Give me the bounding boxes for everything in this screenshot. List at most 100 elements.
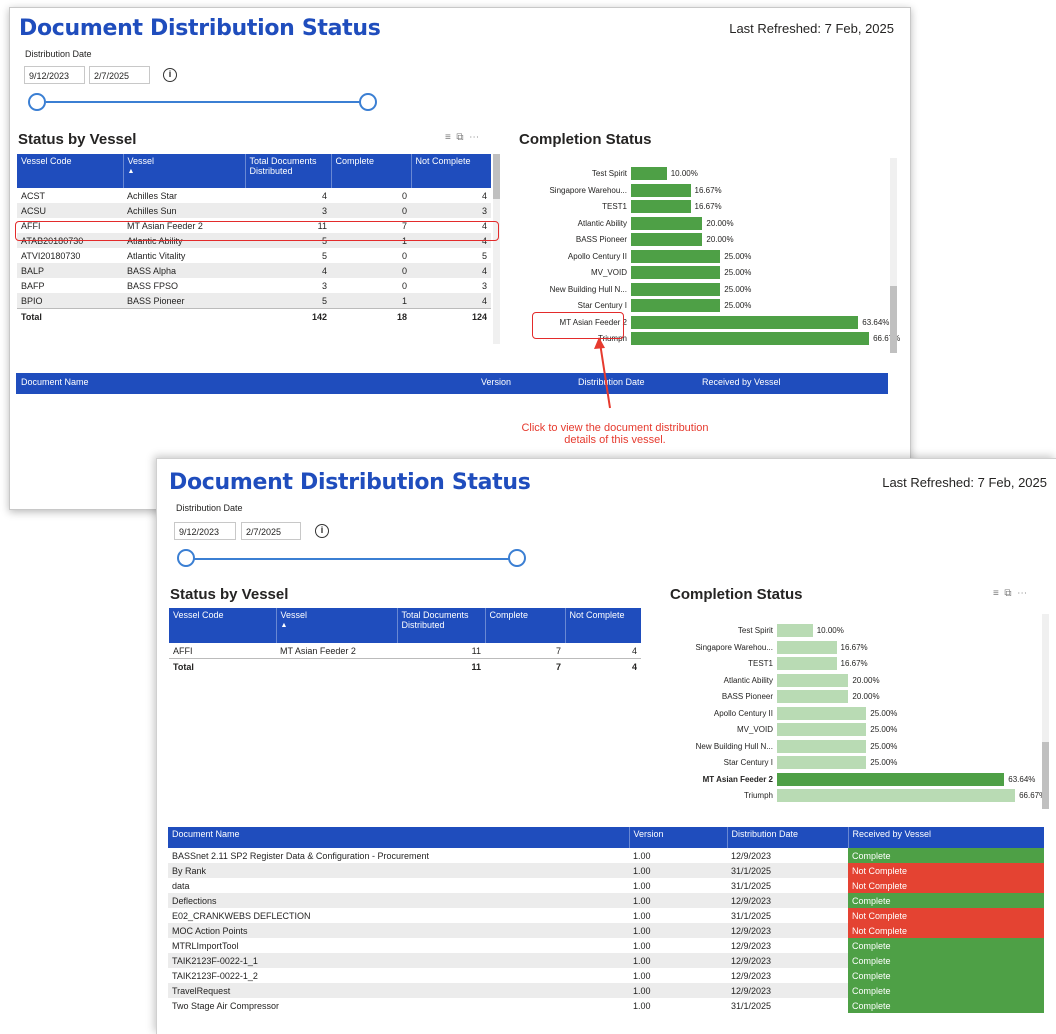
version-cell: 1.00	[629, 953, 727, 968]
document-name-cell: TravelRequest	[168, 983, 629, 998]
document-row[interactable]: TAIK2123F-0022-1_1 1.00 12/9/2023 Complete	[168, 953, 1044, 968]
version-cell: 1.00	[633, 910, 651, 921]
focus-mode-icon[interactable]: ⧉	[1004, 588, 1011, 599]
version-cell: 1.00	[629, 893, 727, 908]
document-row[interactable]: Deflections 1.00 12/9/2023 Complete	[168, 893, 1044, 908]
visual-header-icons[interactable]: ≡ ⧉ ⋯	[993, 588, 1027, 599]
date-to-input[interactable]: 2/7/2025	[241, 522, 301, 540]
bar-value-label: 20.00%	[852, 692, 880, 701]
received-status-cell: Not Complete	[848, 908, 1044, 923]
completion-bar[interactable]	[777, 657, 837, 670]
received-status-cell: Complete	[848, 848, 1044, 863]
col-document-name[interactable]: Document Name	[168, 827, 630, 848]
bar-value-label: 63.64%	[1008, 774, 1036, 784]
complete-cell: 7	[555, 645, 561, 656]
bar-category-label: TEST1	[748, 659, 773, 668]
bar-value-label: 25.00%	[870, 725, 898, 734]
document-name-cell: TAIK2123F-0022-1_2	[172, 970, 258, 981]
bar-category-label: Apollo Century II	[713, 708, 773, 718]
total-cell: 4	[565, 658, 641, 674]
document-row[interactable]: E02_CRANKWEBS DEFLECTION 1.00 31/1/2025 Not…	[168, 908, 1044, 923]
distribution-date-cell: 12/9/2023	[727, 923, 848, 938]
version-cell: 1.00	[629, 923, 727, 938]
received-status-cell: Complete	[848, 968, 1044, 983]
col-not-complete[interactable]: Not Complete	[565, 608, 642, 643]
document-table: Document Name Version Distribution Date …	[168, 827, 1045, 1013]
col-vessel[interactable]: Vessel ▲	[276, 608, 398, 643]
date-slider-track[interactable]	[193, 558, 519, 560]
filter-icon[interactable]: ≡	[993, 588, 999, 599]
col-distribution-date[interactable]: Distribution Date	[727, 827, 849, 848]
document-row[interactable]: MTRLImportTool 1.00 12/9/2023 Complete	[168, 938, 1044, 953]
completion-bar[interactable]	[777, 690, 849, 703]
version-cell: 1.00	[629, 983, 727, 998]
annotation-text: Click to view the document distribution …	[490, 422, 740, 446]
completion-bar[interactable]	[777, 739, 867, 753]
vessel-row[interactable]: AFFI MT Asian Feeder 2 11 7 4	[169, 643, 641, 659]
completion-status-title: Completion Status	[670, 586, 803, 603]
bar-value-label: 25.00%	[870, 758, 898, 767]
slider-end-handle[interactable]	[508, 549, 526, 567]
distribution-date-cell: 12/9/2023	[731, 940, 772, 951]
document-name-cell: data	[172, 880, 190, 891]
not-complete-cell: 4	[631, 645, 637, 656]
completion-bar[interactable]	[777, 673, 849, 687]
bar-value-label: 25.00%	[870, 741, 898, 751]
completion-bar[interactable]	[777, 723, 867, 736]
bar-category-label: Triumph	[743, 791, 773, 800]
bar-value-label: 16.67%	[840, 659, 868, 668]
document-row[interactable]: TAIK2123F-0022-1_2 1.00 12/9/2023 Complete	[168, 968, 1044, 983]
document-row[interactable]: By Rank 1.00 31/1/2025 Not Complete	[168, 863, 1044, 878]
version-cell: 1.00	[633, 940, 651, 951]
col-received-by-vessel[interactable]: Received by Vessel	[848, 827, 1045, 848]
bar-value-label: 10.00%	[816, 626, 844, 635]
document-row[interactable]: Two Stage Air Compressor 1.00 31/1/2025 Com…	[168, 998, 1044, 1013]
document-name-cell: MOC Action Points	[168, 923, 629, 938]
document-row[interactable]: BASSnet 2.11 SP2 Register Data & Configu…	[168, 848, 1044, 863]
chart-scrollbar[interactable]	[1042, 614, 1049, 809]
filtered-dashboard-panel: Document Distribution Status Last Refres…	[156, 458, 1056, 1034]
distribution-date-cell: 31/1/2025	[731, 1000, 772, 1011]
completion-bar[interactable]	[777, 624, 813, 637]
status-by-vessel-title: Status by Vessel	[170, 586, 289, 603]
more-options-icon[interactable]: ⋯	[1017, 588, 1027, 599]
slider-start-handle[interactable]	[177, 549, 195, 567]
bar-category-label: Atlantic Ability	[723, 675, 773, 685]
bar-category-label: Test Spirit	[737, 626, 773, 635]
col-complete[interactable]: Complete	[485, 608, 566, 643]
bar-category-label: Singapore Warehou...	[695, 642, 773, 652]
completion-bar[interactable]	[777, 772, 1005, 786]
received-status-cell: Complete	[848, 953, 1044, 968]
version-cell: 1.00	[633, 880, 651, 891]
total-docs-cell: 11	[471, 645, 481, 656]
info-icon[interactable]: i	[315, 524, 329, 538]
col-vessel-code[interactable]: Vessel Code	[169, 608, 277, 643]
version-cell: 1.00	[633, 1000, 651, 1011]
version-cell: 1.00	[633, 970, 651, 981]
completion-bar[interactable]	[777, 756, 867, 769]
col-total-documents[interactable]: Total Documents Distributed	[397, 608, 486, 643]
status-by-vessel-table: Vessel Code Vessel ▲ Total Documents Dist…	[169, 608, 642, 674]
chart-scrollbar-thumb[interactable]	[1042, 742, 1049, 809]
document-row[interactable]: data 1.00 31/1/2025 Not Complete	[168, 878, 1044, 893]
document-name-cell: E02_CRANKWEBS DEFLECTION	[172, 910, 311, 921]
document-row[interactable]: MOC Action Points 1.00 12/9/2023 Not Comple…	[168, 923, 1044, 938]
total-cell	[276, 658, 397, 674]
document-name-cell: Two Stage Air Compressor	[172, 1000, 280, 1011]
document-row[interactable]: TravelRequest 1.00 12/9/2023 Complete	[168, 983, 1044, 998]
completion-bar[interactable]	[777, 640, 837, 654]
total-cell: 11	[397, 658, 485, 674]
document-name-cell: MTRLImportTool	[172, 940, 239, 951]
completion-bar[interactable]	[777, 706, 867, 720]
bar-category-label: MV_VOID	[736, 725, 773, 734]
sort-ascending-icon: ▲	[280, 622, 288, 629]
document-name-cell: Deflections	[168, 893, 629, 908]
annotation-line-1: Click to view the document distribution	[521, 422, 709, 434]
received-status-cell: Not Complete	[848, 878, 1044, 893]
distribution-date-cell: 12/9/2023	[727, 983, 848, 998]
col-version[interactable]: Version	[629, 827, 728, 848]
completion-bar[interactable]	[777, 789, 1016, 802]
date-from-input[interactable]: 9/12/2023	[174, 522, 236, 540]
bar-category-label: MT Asian Feeder 2	[702, 774, 773, 784]
distribution-date-cell: 31/1/2025	[727, 863, 848, 878]
